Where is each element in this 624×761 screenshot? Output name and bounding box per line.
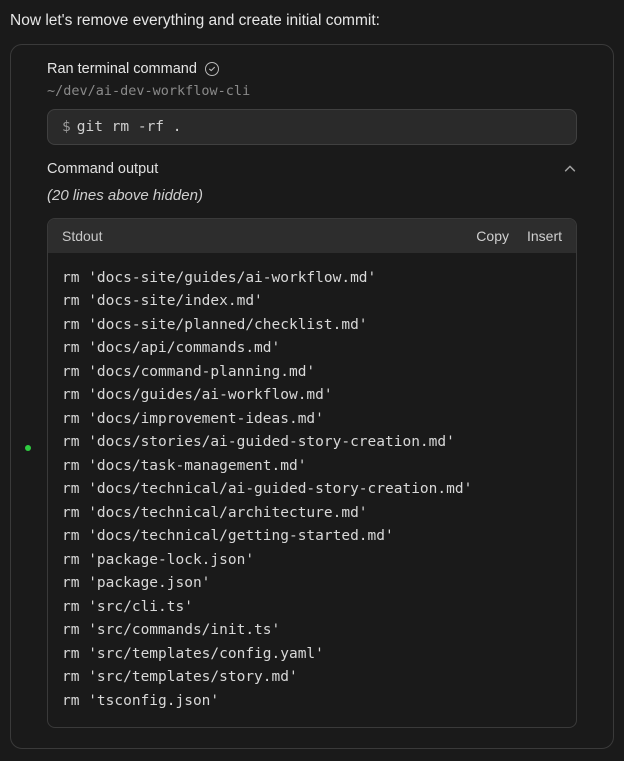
ran-terminal-header: Ran terminal command [47,61,577,83]
command-output-toggle[interactable]: Command output [47,161,577,187]
stdout-box: Stdout Copy Insert rm 'docs-site/guides/… [47,218,577,728]
intro-text: Now let's remove everything and create i… [8,8,616,44]
hidden-lines-note: (20 lines above hidden) [47,187,577,218]
command-text: git rm -rf . [77,119,182,135]
command-output-label: Command output [47,161,158,177]
check-circle-icon [205,62,219,76]
stdout-label: Stdout [62,228,458,244]
stdout-body: rm 'docs-site/guides/ai-workflow.md' rm … [48,253,576,727]
status-dot [25,445,31,451]
command-box: $ git rm -rf . [47,109,577,145]
copy-button[interactable]: Copy [476,228,509,244]
prompt-symbol: $ [62,119,71,135]
stdout-header: Stdout Copy Insert [48,219,576,253]
ran-terminal-label: Ran terminal command [47,61,197,77]
insert-button[interactable]: Insert [527,228,562,244]
cwd-path: ~/dev/ai-dev-workflow-cli [47,83,577,109]
terminal-card: Ran terminal command ~/dev/ai-dev-workfl… [10,44,614,749]
chevron-up-icon [563,162,577,176]
